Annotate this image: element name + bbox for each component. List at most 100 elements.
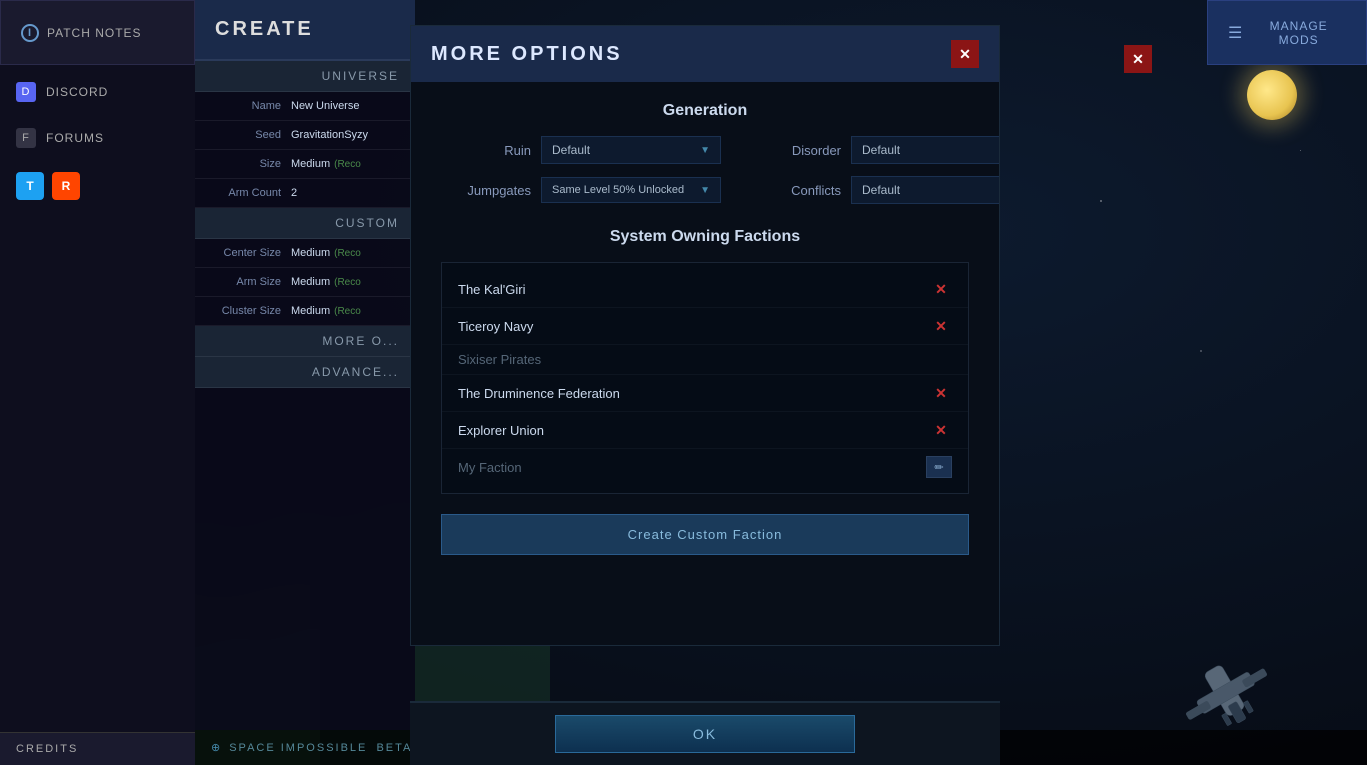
my-faction-name: My Faction (458, 460, 522, 475)
faction-remove-button[interactable]: ✕ (930, 419, 952, 441)
discord-label: DISCORD (46, 85, 108, 99)
discord-icon: D (16, 82, 36, 102)
cluster-size-field-row: Cluster Size Medium (Reco (195, 297, 415, 326)
star (1200, 350, 1202, 352)
cluster-size-value: Medium (291, 305, 330, 317)
forums-icon: F (16, 128, 36, 148)
center-size-label: Center Size (211, 247, 291, 259)
size-rec: (Reco (334, 159, 361, 170)
arm-size-field-row: Arm Size Medium (Reco (195, 268, 415, 297)
name-value: New Universe (291, 100, 359, 112)
conflicts-select[interactable]: Default ▼ (851, 176, 999, 204)
cluster-size-rec: (Reco (334, 306, 361, 317)
faction-name: The Kal'Giri (458, 282, 526, 297)
arm-count-value: 2 (291, 187, 297, 199)
forums-label: FORUMS (46, 131, 104, 145)
arm-size-value: Medium (291, 276, 330, 288)
faction-row: The Kal'Giri ✕ (442, 271, 968, 308)
social-icons: T R (0, 162, 195, 210)
star (1100, 200, 1102, 202)
faction-row: Sixiser Pirates (442, 345, 968, 375)
seed-label: Seed (211, 129, 291, 141)
jumpgates-select[interactable]: Same Level 50% Unlocked ▼ (541, 177, 721, 203)
faction-name: Ticeroy Navy (458, 319, 533, 334)
arm-count-field-row: Arm Count 2 (195, 179, 415, 208)
generation-options-grid: Ruin Default ▼ Disorder Default ▼ Jumpga… (441, 136, 969, 204)
arm-size-label: Arm Size (211, 276, 291, 288)
size-value: Medium (291, 158, 330, 170)
faction-name: Explorer Union (458, 423, 544, 438)
center-size-value: Medium (291, 247, 330, 259)
faction-remove-button[interactable]: ✕ (930, 315, 952, 337)
arm-count-label: Arm Count (211, 187, 291, 199)
faction-name: The Druminence Federation (458, 386, 620, 401)
more-options-modal: MORE OPTIONS ✕ Generation Ruin Default ▼… (410, 25, 1000, 646)
modal-close-button[interactable]: ✕ (951, 40, 979, 68)
ruin-option-row: Ruin Default ▼ (441, 136, 721, 164)
center-size-rec: (Reco (334, 248, 361, 259)
modal-title-bar: MORE OPTIONS ✕ (411, 26, 999, 82)
disorder-option-row: Disorder Default ▼ (751, 136, 999, 164)
name-label: Name (211, 100, 291, 112)
create-custom-faction-button[interactable]: Create Custom Faction (441, 514, 969, 555)
size-label: Size (211, 158, 291, 170)
disorder-select[interactable]: Default ▼ (851, 136, 999, 164)
modal-footer: OK (410, 701, 1000, 765)
ruin-select-arrow: ▼ (700, 145, 710, 156)
seed-value: GravitationSyzy (291, 129, 368, 141)
faction-row: Ticeroy Navy ✕ (442, 308, 968, 345)
info-icon: i (21, 24, 39, 42)
ok-button[interactable]: OK (555, 715, 855, 753)
custom-section-header: CUSTOM (195, 208, 415, 239)
reddit-button[interactable]: R (52, 172, 80, 200)
patch-notes-label: PATCH NOTES (47, 26, 142, 40)
faction-remove-button[interactable]: ✕ (930, 382, 952, 404)
modal-body: Generation Ruin Default ▼ Disorder Defau… (411, 82, 999, 645)
faction-name-disabled: Sixiser Pirates (458, 352, 541, 367)
faction-remove-button[interactable]: ✕ (930, 278, 952, 300)
faction-row: The Druminence Federation ✕ (442, 375, 968, 412)
conflicts-label: Conflicts (751, 183, 841, 198)
jumpgates-label: Jumpgates (441, 183, 531, 198)
ruin-select[interactable]: Default ▼ (541, 136, 721, 164)
twitter-button[interactable]: T (16, 172, 44, 200)
faction-list: The Kal'Giri ✕ Ticeroy Navy ✕ Sixiser Pi… (441, 262, 969, 494)
generation-section-title: Generation (441, 102, 969, 120)
more-options-section-header[interactable]: MORE O... (195, 326, 415, 357)
credits-bar[interactable]: CREDITS (0, 732, 195, 765)
credits-label: CREDITS (16, 743, 78, 755)
left-sidebar: D DISCORD F FORUMS T R (0, 65, 195, 765)
discord-button[interactable]: D DISCORD (0, 70, 195, 114)
jumpgates-select-arrow: ▼ (700, 185, 710, 196)
my-faction-row: My Faction ✏ (442, 449, 968, 485)
beta-icon: ⊕ (211, 741, 221, 754)
ruin-label: Ruin (441, 143, 531, 158)
center-size-field-row: Center Size Medium (Reco (195, 239, 415, 268)
universe-section-header: UNIVERSE (195, 61, 415, 92)
create-faction-label: Create Custom Faction (628, 527, 783, 542)
disorder-label: Disorder (751, 143, 841, 158)
ok-label: OK (693, 726, 717, 742)
cluster-size-label: Cluster Size (211, 305, 291, 317)
manage-mods-icon: ☰ (1228, 23, 1243, 43)
arm-size-rec: (Reco (334, 277, 361, 288)
star (1300, 150, 1301, 151)
spaceship-decoration (1167, 655, 1287, 735)
factions-section-title: System Owning Factions (441, 228, 969, 246)
name-field-row: Name New Universe (195, 92, 415, 121)
seed-field-row: Seed GravitationSyzy (195, 121, 415, 150)
manage-mods-label: MANAGE MODS (1251, 19, 1346, 47)
manage-mods-button[interactable]: ☰ MANAGE MODS (1207, 0, 1367, 65)
forums-button[interactable]: F FORUMS (0, 116, 195, 160)
jumpgates-option-row: Jumpgates Same Level 50% Unlocked ▼ (441, 176, 721, 204)
patch-notes-button[interactable]: i PATCH NOTES (0, 0, 195, 65)
planet-decoration (1247, 70, 1297, 120)
conflicts-option-row: Conflicts Default ▼ (751, 176, 999, 204)
overlay-close-button[interactable]: ✕ (1124, 45, 1152, 73)
create-panel: CREATE UNIVERSE Name New Universe Seed G… (195, 0, 415, 730)
advanced-section-header[interactable]: ADVANCE... (195, 357, 415, 388)
faction-row: Explorer Union ✕ (442, 412, 968, 449)
factions-section: System Owning Factions The Kal'Giri ✕ Ti… (441, 228, 969, 494)
faction-edit-button[interactable]: ✏ (926, 456, 952, 478)
size-field-row: Size Medium (Reco (195, 150, 415, 179)
